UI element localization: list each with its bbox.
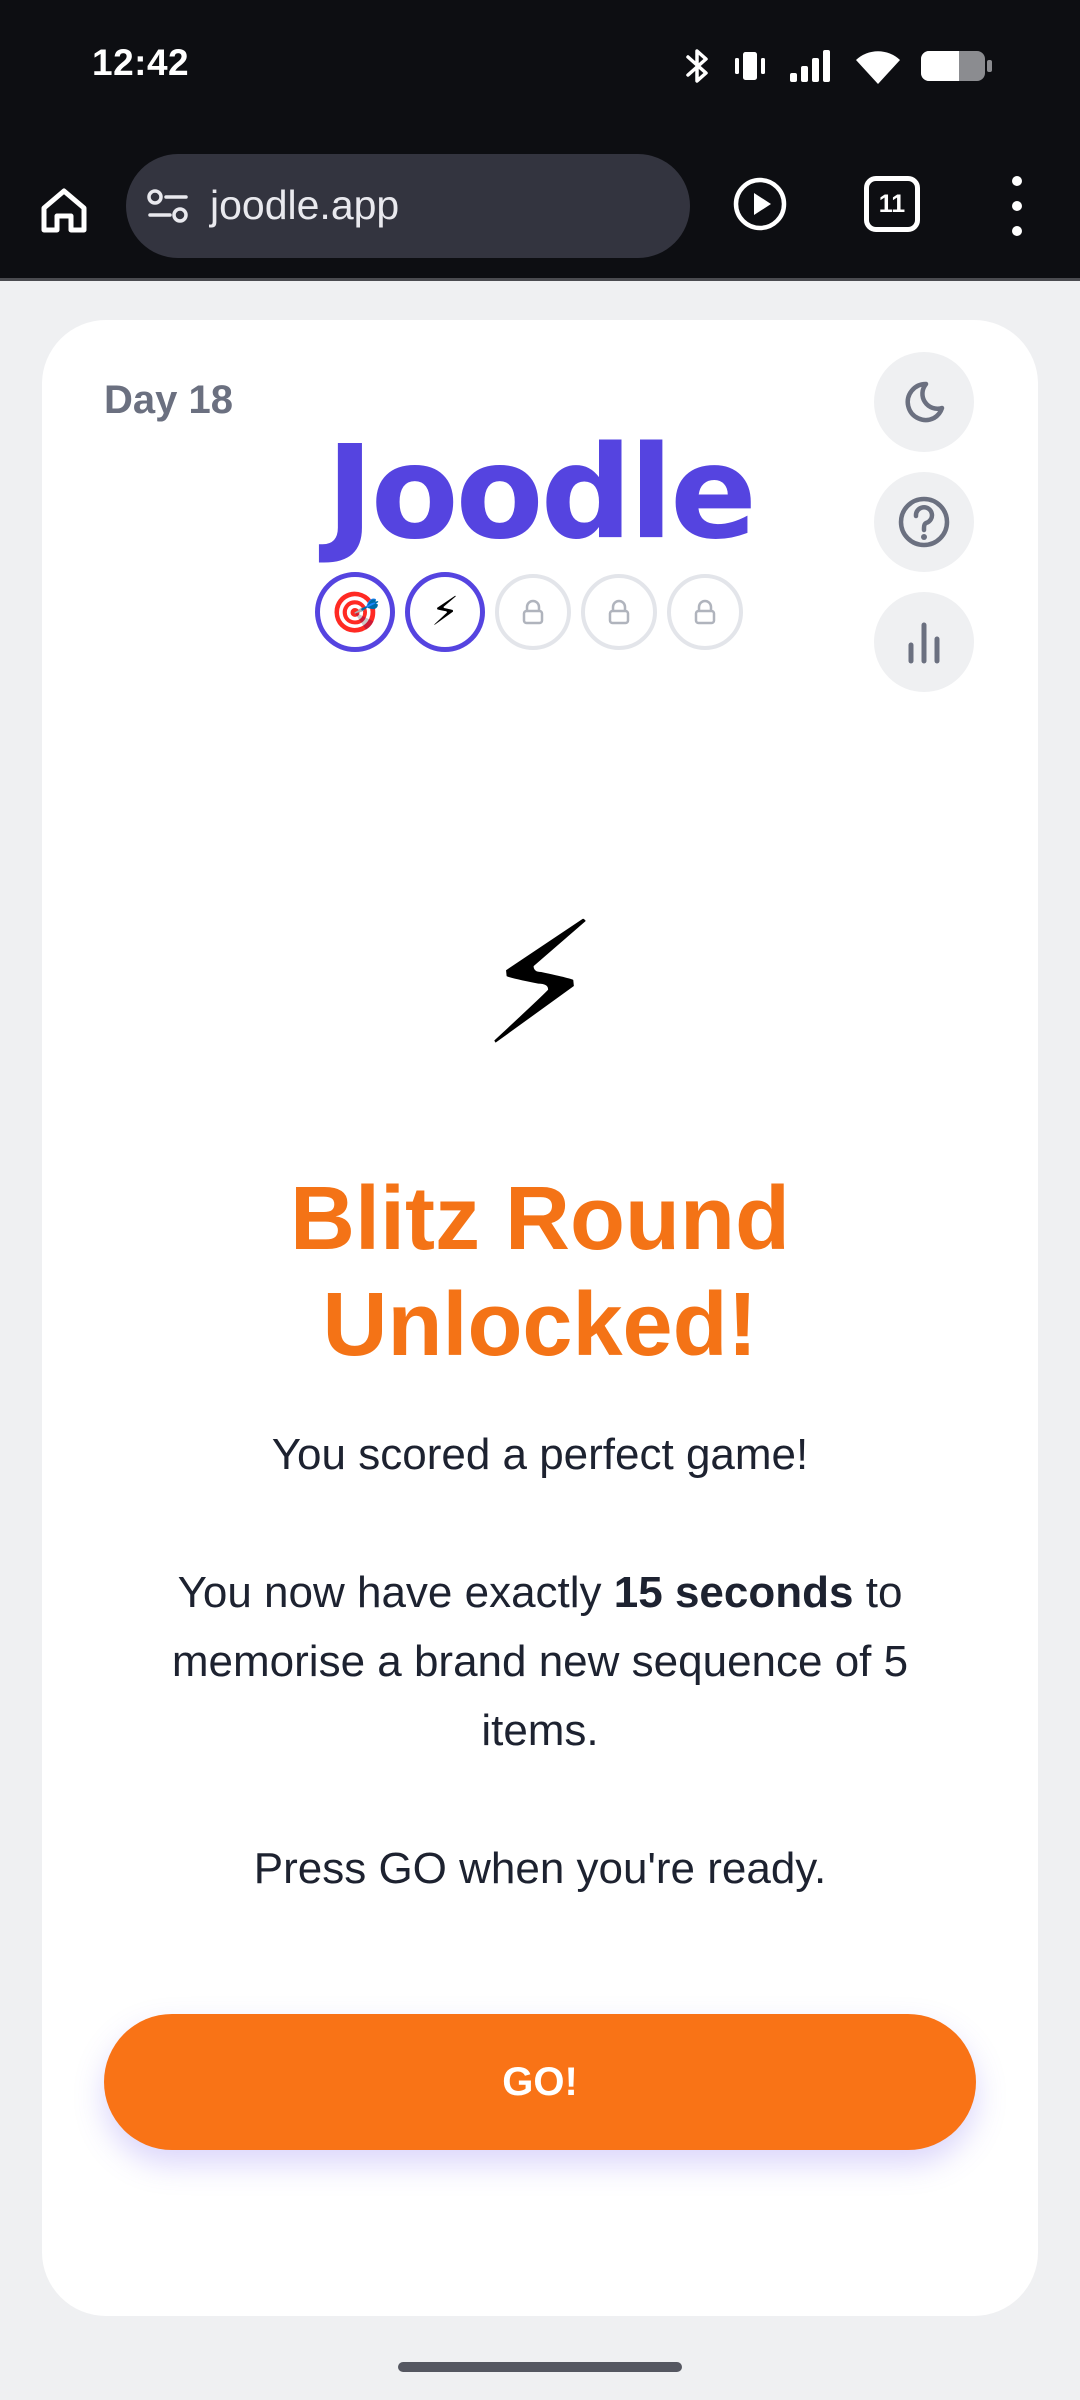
status-time: 12:42 <box>92 42 190 83</box>
tab-switcher-button[interactable]: 11 <box>864 176 920 232</box>
wifi-icon <box>856 51 900 84</box>
go-button[interactable]: GO! <box>104 2014 976 2150</box>
bar-chart-icon <box>908 622 940 664</box>
ready-prompt: Press GO when you're ready. <box>253 1844 827 1893</box>
stats-button[interactable] <box>874 592 974 692</box>
toolbar-divider <box>0 278 1080 281</box>
target-icon: 🎯 <box>330 590 380 635</box>
browser-toolbar: joodle.app 11 <box>0 142 1080 278</box>
lightning-hero-icon: ⚡ <box>480 890 600 1080</box>
home-icon <box>41 188 87 233</box>
url-text: joodle.app <box>210 182 400 228</box>
title-line-2: Unlocked! <box>322 1275 758 1375</box>
game-card: Day 18 Joodle 🎯 ⚡ ⚡ Blitz Round Unlocked… <box>42 320 1038 2316</box>
signal-icon <box>790 50 830 82</box>
vibrate-icon <box>735 52 765 80</box>
perfect-game-message: You scored a perfect game! <box>271 1430 809 1479</box>
lightning-icon: ⚡ <box>430 590 460 634</box>
tab-count: 11 <box>878 189 906 218</box>
instructions-part-1: You now have exactly <box>177 1568 602 1617</box>
app-logo: Joodle <box>326 419 757 568</box>
time-limit: 15 seconds <box>613 1568 854 1617</box>
address-bar[interactable]: joodle.app <box>126 154 690 258</box>
round-badge-locked <box>495 574 571 650</box>
round-badges: 🎯 ⚡ <box>315 572 743 652</box>
battery-icon <box>921 51 992 81</box>
round-badge-blitz: ⚡ <box>405 572 485 652</box>
round-badge-target: 🎯 <box>315 572 395 652</box>
round-badge-locked <box>667 574 743 650</box>
unlock-title: Blitz Round Unlocked! <box>42 1166 1038 1378</box>
gesture-home-indicator[interactable] <box>398 2362 682 2372</box>
play-icon[interactable] <box>730 174 790 234</box>
status-icons <box>684 44 994 88</box>
lock-icon <box>694 599 716 625</box>
moon-icon <box>905 381 945 423</box>
day-label: Day 18 <box>104 378 233 422</box>
blitz-instructions: You now have exactly 15 seconds to memor… <box>132 1558 948 1765</box>
title-line-1: Blitz Round <box>290 1169 790 1269</box>
lock-icon <box>608 599 630 625</box>
site-settings-icon[interactable] <box>146 186 190 226</box>
status-bar: 12:42 <box>0 0 1080 142</box>
more-menu-button[interactable] <box>1000 176 1034 236</box>
round-badge-locked <box>581 574 657 650</box>
bluetooth-icon <box>686 49 708 83</box>
home-button[interactable] <box>32 178 96 242</box>
lock-icon <box>522 599 544 625</box>
